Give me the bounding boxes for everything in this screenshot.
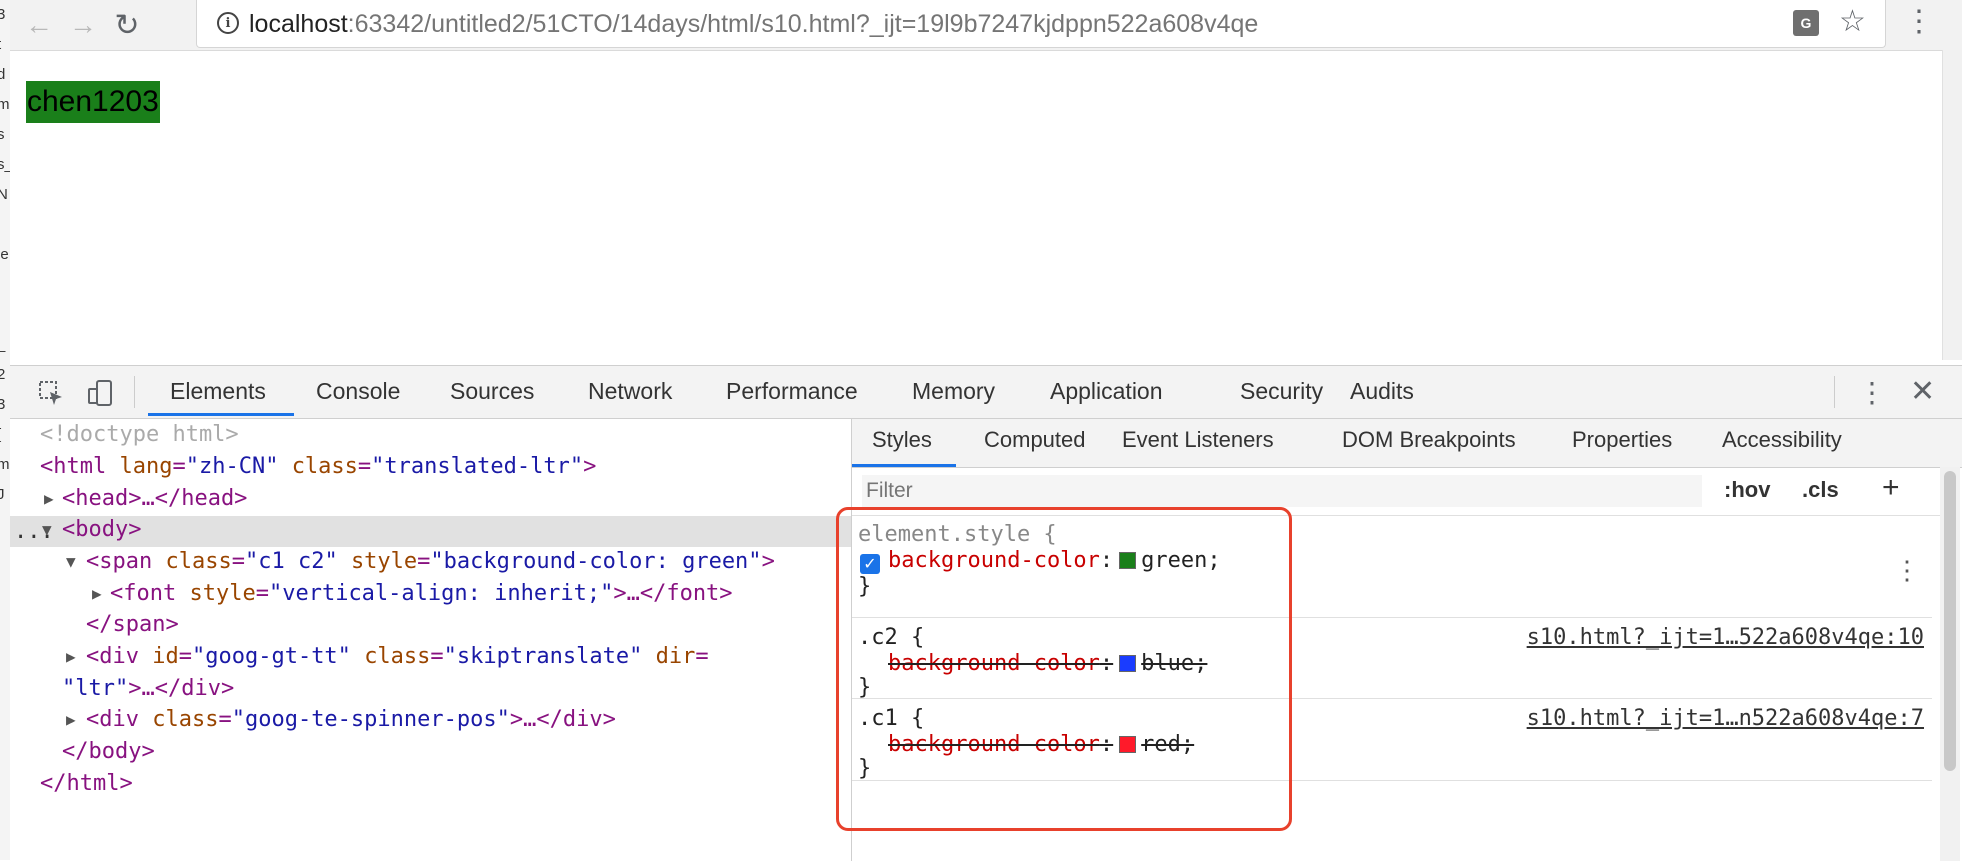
annotation-highlight-box [836,507,1292,831]
collapse-triangle-icon[interactable]: ▼ [42,514,52,546]
toolbar-divider [134,376,135,408]
tab-audits[interactable]: Audits [1350,376,1414,416]
edge-glyph: 3 [0,0,10,30]
tab-application[interactable]: Application [1050,376,1163,416]
styles-scrollbar[interactable] [1940,467,1960,861]
styles-tab-dom-breakpoints[interactable]: DOM Breakpoints [1342,427,1516,453]
edge-glyph: m [0,450,10,480]
class-toggle[interactable]: .cls [1802,477,1839,503]
styles-tab-bar: Styles Computed Event Listeners DOM Breakpo… [852,419,1962,468]
rule-options-icon[interactable]: ⋮ [1894,556,1920,586]
edge-glyph: s_ [0,150,10,180]
back-arrow-icon[interactable]: ← [22,8,56,42]
styles-tab-computed[interactable]: Computed [984,427,1086,453]
close-icon[interactable]: ✕ [1910,374,1935,409]
expand-triangle-icon[interactable]: ▶ [66,704,76,736]
rule-source-link[interactable]: s10.html?_ijt=1…522a608v4qe:10 [1527,625,1924,650]
edge-glyph: _ [0,330,10,360]
tab-performance[interactable]: Performance [726,376,858,416]
dom-html-node[interactable]: <html lang="zh-CN" class="translated-ltr… [40,451,596,483]
dom-div-spinner[interactable]: <div class="goog-te-spinner-pos">…</div> [86,704,616,736]
styles-filter-input[interactable] [862,475,1702,507]
edge-glyph: le [0,246,9,263]
dom-span-node[interactable]: <span class="c1 c2" style="background-co… [86,546,775,578]
hover-state-toggle[interactable]: :hov [1724,477,1770,503]
edge-glyph: 2 [0,360,10,390]
tab-memory[interactable]: Memory [912,376,995,416]
expand-triangle-icon[interactable]: ▶ [44,483,54,515]
devtools-menu-icon[interactable]: ⋮ [1858,376,1886,409]
tab-network[interactable]: Network [588,376,672,416]
edge-glyph: I [0,270,10,300]
translate-icon[interactable]: G [1793,10,1819,36]
dom-html-close[interactable]: </html> [40,768,133,800]
collapse-triangle-icon[interactable]: ▼ [66,546,76,578]
rule-source-link[interactable]: s10.html?_ijt=1…n522a608v4qe:7 [1527,706,1924,731]
toolbar-divider [1834,376,1835,408]
dom-body-close[interactable]: </body> [62,736,155,768]
edge-glyph: N [0,180,10,210]
styles-tab-accessibility[interactable]: Accessibility [1722,427,1842,453]
inspect-element-icon[interactable] [36,378,66,408]
dom-div-goog-gt-tt-continued[interactable]: "ltr">…</div> [62,673,234,705]
devtools-tab-bar: ⋮ ✕ Elements Console Sources Network Perform… [10,366,1962,419]
tab-console[interactable]: Console [316,376,400,416]
styles-tab-properties[interactable]: Properties [1572,427,1672,453]
edge-glyph: l [0,300,10,330]
url-path: :63342/untitled2/51CTO/14days/html/s10.h… [347,10,1259,38]
dom-div-goog-gt-tt[interactable]: <div id="goog-gt-tt" class="skiptranslat… [86,641,709,673]
dom-font-node[interactable]: <font style="vertical-align: inherit;">…… [110,578,733,610]
expand-triangle-icon[interactable]: ▶ [92,578,102,610]
tab-elements[interactable]: Elements [170,376,266,416]
dom-doctype[interactable]: <!doctype html> [40,419,239,451]
dom-body-node[interactable]: <body> [62,514,141,546]
styles-tab-event-listeners[interactable]: Event Listeners [1122,427,1274,453]
expand-triangle-icon[interactable]: ▶ [66,641,76,673]
tab-sources[interactable]: Sources [450,376,534,416]
edge-glyph: m [0,90,10,120]
url-text[interactable]: localhost:63342/untitled2/51CTO/14days/h… [249,10,1258,39]
dom-head-node[interactable]: <head>…</head> [62,483,247,515]
edge-glyph: t [0,30,10,60]
edge-glyph: l [0,210,10,240]
edge-glyph: J [0,480,10,510]
device-toolbar-icon[interactable] [86,378,116,408]
reload-icon[interactable]: ↻ [110,8,144,42]
edge-glyph: [ [0,420,10,450]
tab-security[interactable]: Security [1240,376,1323,416]
browser-toolbar: ← → ↻ i localhost:63342/untitled2/51CTO/… [10,0,1962,51]
dom-span-close[interactable]: </span> [86,609,179,641]
url-host: localhost [249,10,348,38]
forward-arrow-icon[interactable]: → [66,8,100,42]
address-bar[interactable]: i localhost:63342/untitled2/51CTO/14days… [196,0,1886,48]
scrollbar-thumb[interactable] [1944,471,1956,771]
bookmark-star-icon[interactable]: ☆ [1839,4,1866,39]
edge-glyph: d [0,60,10,90]
edge-glyph: s [0,120,10,150]
styles-tab-styles[interactable]: Styles [872,427,932,453]
browser-menu-icon[interactable]: ⋮ [1904,4,1934,40]
edge-glyph: 3 [0,390,10,420]
page-viewport: chen1203 [10,51,1942,365]
elements-dom-tree: ... <!doctype html> <html lang="zh-CN" c… [10,419,852,861]
new-rule-plus-icon[interactable]: + [1882,471,1900,505]
info-icon[interactable]: i [217,12,239,34]
page-scrollbar-track[interactable] [1942,50,1962,360]
rendered-span[interactable]: chen1203 [26,81,160,123]
